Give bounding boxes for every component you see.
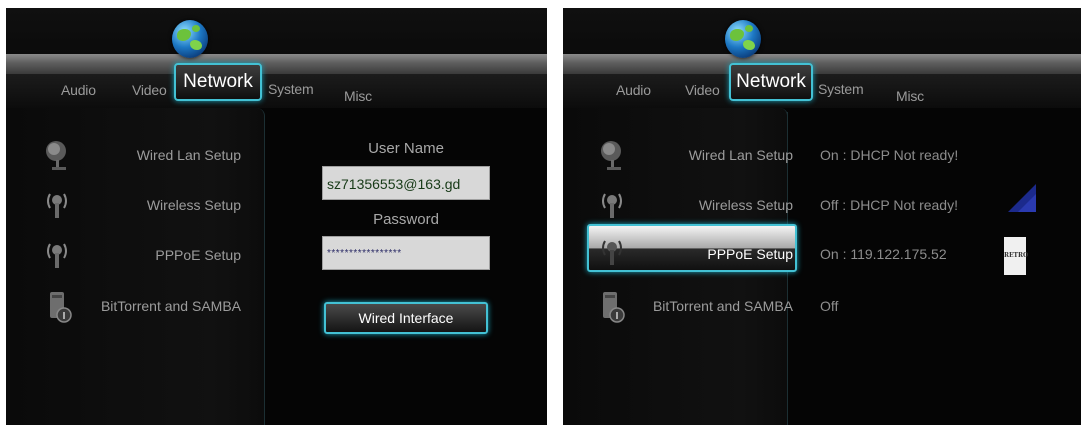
- network-settings-screen-left: Audio Video Network System Misc Wired La…: [6, 8, 547, 425]
- username-label: User Name: [368, 140, 444, 157]
- wired-lan-icon: [599, 138, 625, 172]
- menu-item-bittorrent-samba[interactable]: BitTorrent and SAMBA: [101, 298, 241, 314]
- wired-interface-button[interactable]: Wired Interface: [324, 302, 488, 334]
- tab-network[interactable]: Network: [729, 63, 813, 101]
- bittorrent-icon: [48, 290, 74, 324]
- status-wireless: Off : DHCP Not ready!: [820, 197, 958, 213]
- signal-strength-icon: [1008, 184, 1036, 212]
- tab-video[interactable]: Video: [685, 82, 720, 98]
- tab-audio[interactable]: Audio: [61, 82, 96, 98]
- menu-item-pppoe[interactable]: PPPoE Setup: [707, 246, 793, 262]
- tab-system[interactable]: System: [268, 81, 314, 97]
- menu-item-wireless[interactable]: Wireless Setup: [699, 197, 793, 213]
- globe-icon: [172, 20, 208, 58]
- password-field[interactable]: *****************: [322, 236, 490, 270]
- status-bittorrent-samba: Off: [820, 298, 839, 314]
- wireless-icon: [599, 186, 625, 220]
- tab-misc[interactable]: Misc: [344, 88, 372, 104]
- status-pppoe: On : 119.122.175.52: [820, 246, 947, 262]
- tab-audio[interactable]: Audio: [616, 82, 651, 98]
- menu-bar: [6, 54, 547, 74]
- wired-lan-icon: [44, 138, 70, 172]
- password-label: Password: [373, 211, 439, 228]
- bittorrent-icon: [601, 290, 627, 324]
- username-field[interactable]: sz71356553@163.gd: [322, 166, 490, 200]
- menu-item-pppoe[interactable]: PPPoE Setup: [155, 247, 241, 263]
- menu-bar: [563, 54, 1081, 74]
- pppoe-icon: [44, 236, 70, 270]
- status-wired-lan: On : DHCP Not ready!: [820, 147, 959, 163]
- menu-item-bittorrent-samba[interactable]: BitTorrent and SAMBA: [653, 298, 793, 314]
- menu-item-wired-lan[interactable]: Wired Lan Setup: [689, 147, 793, 163]
- tab-network[interactable]: Network: [174, 63, 262, 101]
- pppoe-icon: [599, 233, 625, 267]
- tab-video[interactable]: Video: [132, 82, 167, 98]
- tab-system[interactable]: System: [818, 81, 864, 97]
- top-strip: [563, 8, 1081, 54]
- menu-item-wireless[interactable]: Wireless Setup: [147, 197, 241, 213]
- tab-misc[interactable]: Misc: [896, 88, 924, 104]
- top-strip: [6, 8, 547, 54]
- retro-badge: RETRO: [1004, 237, 1028, 275]
- menu-item-wired-lan[interactable]: Wired Lan Setup: [137, 147, 241, 163]
- wireless-icon: [44, 186, 70, 220]
- globe-icon: [725, 20, 761, 58]
- network-settings-screen-right: Audio Video Network System Misc Wired La…: [563, 8, 1081, 425]
